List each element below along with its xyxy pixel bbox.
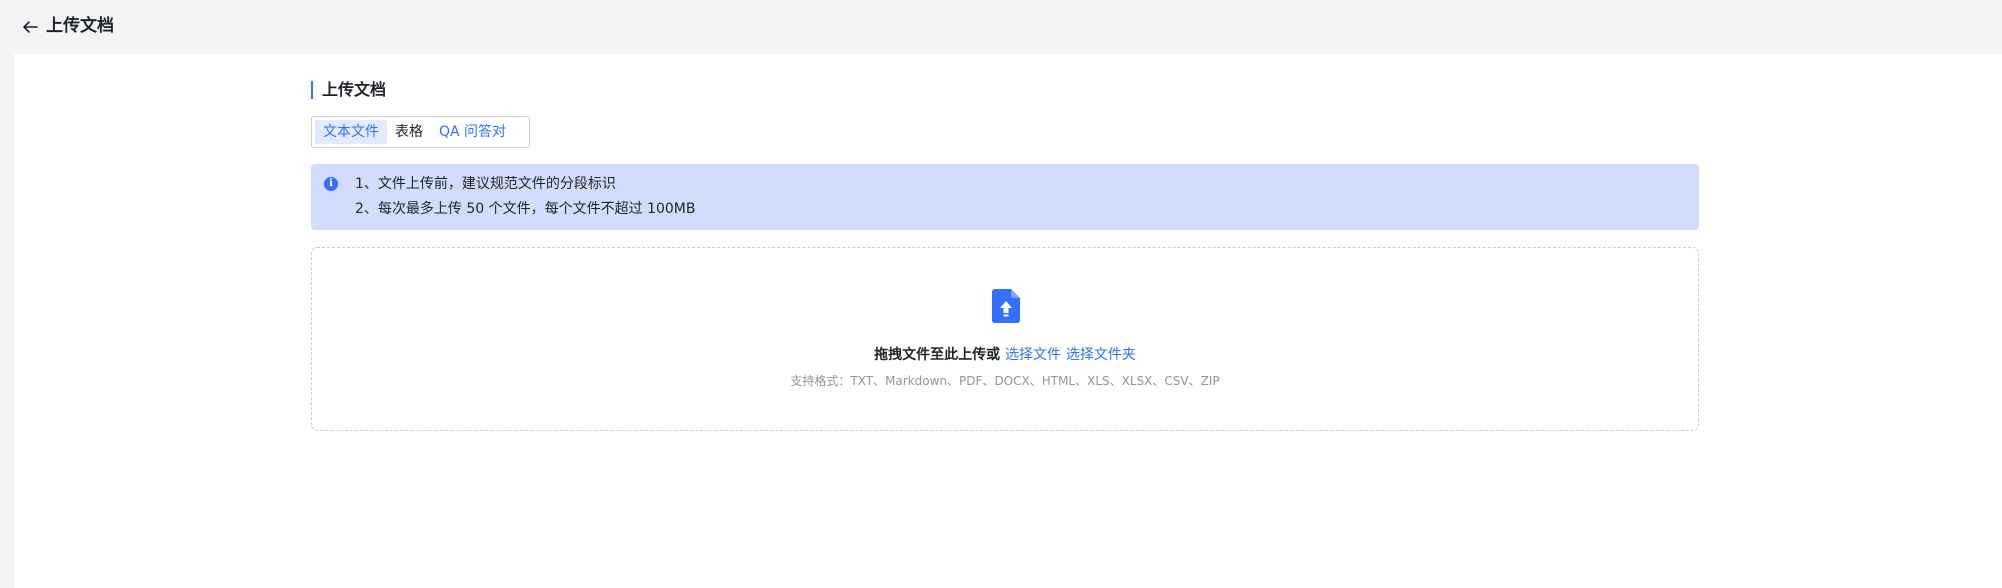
file-upload-icon — [992, 289, 1020, 323]
top-bar: 上传文档 — [0, 0, 2002, 54]
info-icon: i — [324, 177, 338, 191]
supported-formats: 支持格式：TXT、Markdown、PDF、DOCX、HTML、XLS、XLSX… — [790, 374, 1220, 388]
section-accent-bar — [311, 81, 313, 99]
file-type-tabs: 文本文件 表格 QA 问答对 — [311, 116, 530, 148]
upload-prompt: 拖拽文件至此上传或 选择文件 选择文件夹 — [312, 345, 1698, 365]
tab-qa-pairs[interactable]: QA 问答对 — [431, 120, 514, 144]
section-title: 上传文档 — [322, 80, 387, 99]
page-title: 上传文档 — [46, 16, 114, 36]
back-button[interactable] — [18, 15, 42, 39]
section-heading: 上传文档 — [311, 80, 386, 100]
arrow-left-icon — [23, 21, 38, 33]
upload-prompt-text: 拖拽文件至此上传或 — [874, 347, 1001, 363]
notice-line-1: 1、文件上传前，建议规范文件的分段标识 — [355, 176, 616, 192]
tab-text-file[interactable]: 文本文件 — [315, 120, 387, 144]
select-file-link[interactable]: 选择文件 — [1005, 347, 1061, 363]
upload-dropzone[interactable]: 拖拽文件至此上传或 选择文件 选择文件夹 支持格式：TXT、Markdown、P… — [311, 247, 1699, 431]
notice-line-2: 2、每次最多上传 50 个文件，每个文件不超过 100MB — [355, 201, 696, 217]
tab-table[interactable]: 表格 — [387, 120, 431, 144]
select-folder-link[interactable]: 选择文件夹 — [1066, 347, 1136, 363]
upload-notice: i 1、文件上传前，建议规范文件的分段标识 2、每次最多上传 50 个文件，每个… — [311, 164, 1699, 230]
